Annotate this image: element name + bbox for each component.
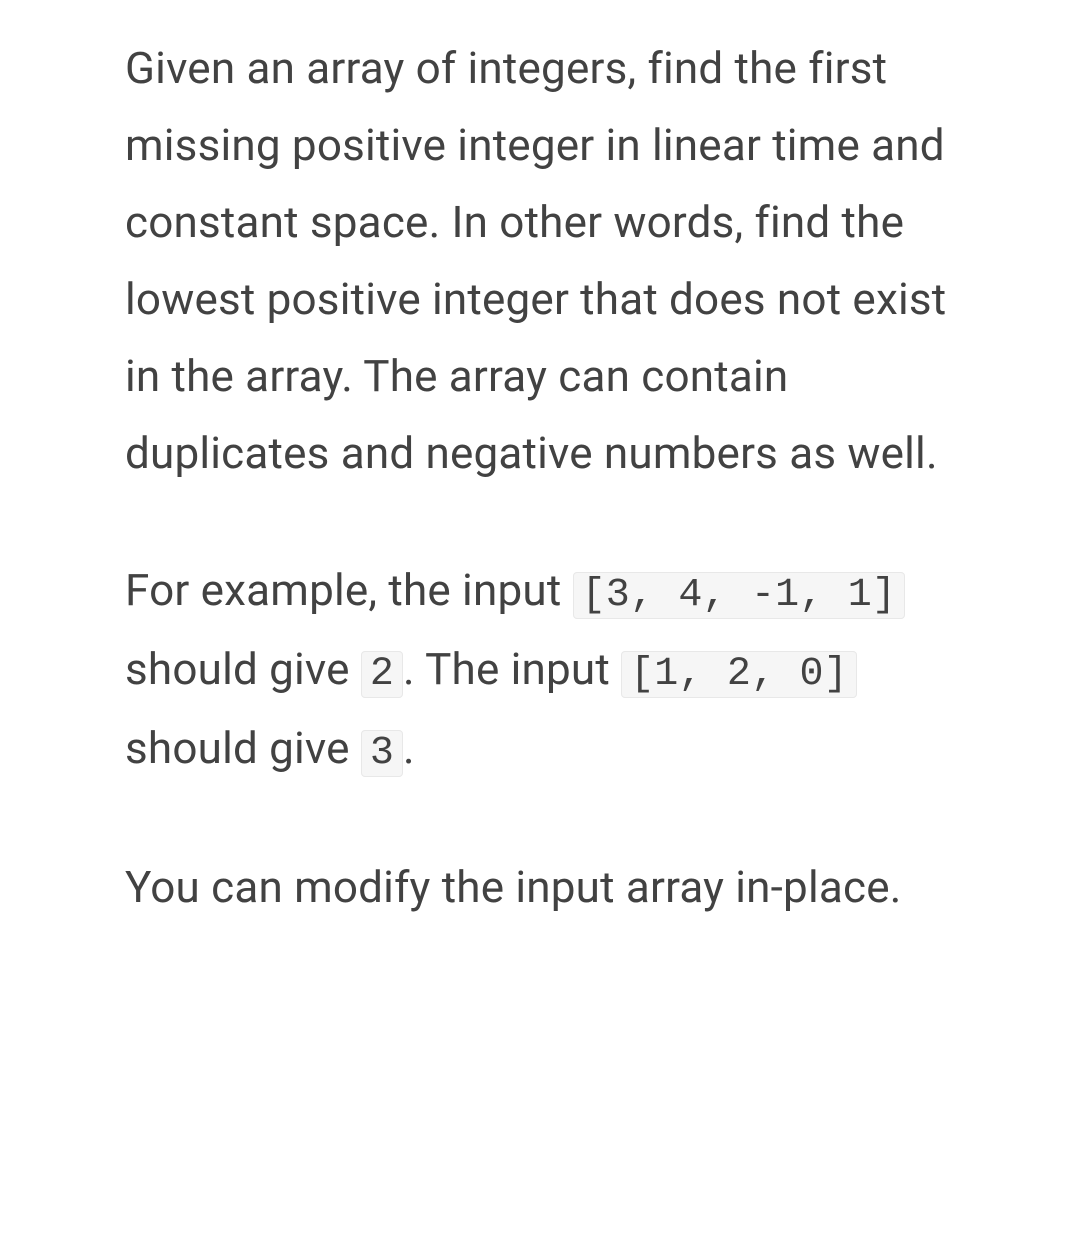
code-example-output-1: 2 (361, 651, 403, 698)
code-example-output-2: 3 (361, 730, 403, 777)
text-fragment: should give (125, 722, 361, 774)
code-example-input-2: [1, 2, 0] (621, 651, 857, 698)
code-example-input-1: [3, 4, -1, 1] (573, 572, 906, 619)
text-fragment: . The input (403, 643, 621, 695)
problem-paragraph-2: For example, the input [3, 4, -1, 1] sho… (125, 552, 960, 789)
text-fragment: should give (125, 643, 361, 695)
problem-paragraph-3: You can modify the input array in-place. (125, 849, 960, 926)
text-fragment: For example, the input (125, 564, 573, 616)
problem-paragraph-1: Given an array of integers, find the fir… (125, 30, 960, 492)
text-fragment: . (403, 722, 415, 774)
